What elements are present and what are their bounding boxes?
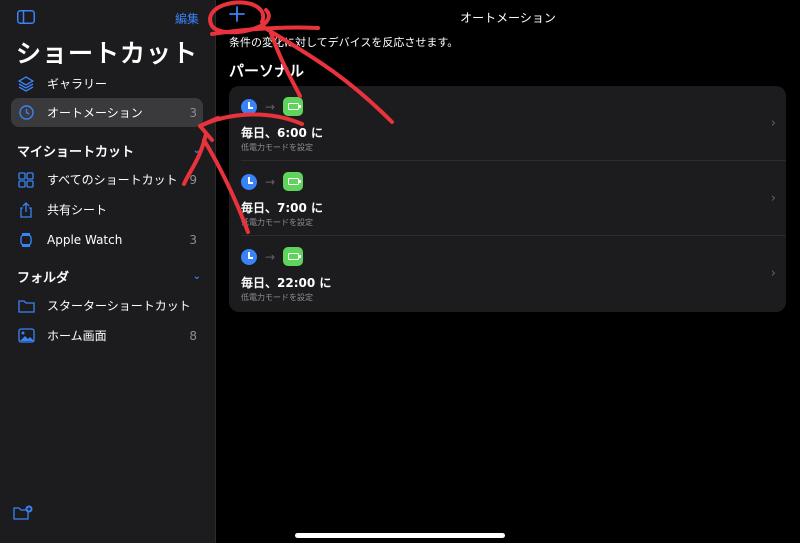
folders-header[interactable]: フォルダ ⌄ <box>17 267 201 286</box>
sidebar-title: ショートカット <box>16 39 199 68</box>
sidebar-toggle-icon[interactable] <box>17 10 35 24</box>
my-shortcuts-header[interactable]: マイショートカット ⌄ <box>17 141 201 160</box>
arrow-right-icon: → <box>265 99 276 114</box>
automation-row[interactable]: → 毎日、22:00 に 低電力モードを設定 › <box>229 236 786 311</box>
edit-button[interactable]: 編集 <box>175 10 199 27</box>
sidebar-item-gallery[interactable]: ギャラリー <box>11 69 203 98</box>
arrow-right-icon: → <box>265 174 276 189</box>
sidebar-item-all-shortcuts[interactable]: すべてのショートカット 9 <box>11 165 203 194</box>
sidebar-item-label: Apple Watch <box>47 232 123 247</box>
automation-clock-icon <box>17 104 35 122</box>
sidebar-item-count: 8 <box>189 328 197 343</box>
automation-subtitle: 低電力モードを設定 <box>241 218 313 227</box>
automation-title: 毎日、7:00 に <box>241 201 324 215</box>
chevron-right-icon: › <box>770 191 776 206</box>
layers-icon <box>17 75 35 93</box>
clock-icon <box>241 173 257 190</box>
battery-icon <box>283 97 304 116</box>
grid-icon <box>17 171 35 189</box>
automation-row[interactable]: → 毎日、7:00 に 低電力モードを設定 › <box>229 161 786 236</box>
home-indicator <box>295 533 505 538</box>
sidebar-item-count: 3 <box>189 105 197 120</box>
share-icon <box>17 201 35 219</box>
battery-icon <box>283 172 304 191</box>
sidebar-item-count: 9 <box>189 172 197 187</box>
sidebar-item-label: すべてのショートカット <box>47 173 178 187</box>
battery-icon <box>283 247 304 266</box>
automation-list: → 毎日、6:00 に 低電力モードを設定 › → 毎日、7:00 に 低電力モ… <box>229 86 786 312</box>
sidebar-item-label: 共有シート <box>47 203 108 217</box>
automation-title: 毎日、22:00 に <box>241 276 332 290</box>
clock-icon <box>241 98 257 115</box>
chevron-right-icon: › <box>770 266 776 281</box>
clock-icon <box>241 248 257 265</box>
chevron-down-icon[interactable]: ⌄ <box>193 271 201 282</box>
page-title: オートメーション <box>460 11 556 25</box>
sidebar-item-automation[interactable]: オートメーション 3 <box>11 98 203 127</box>
new-folder-icon[interactable] <box>13 505 33 521</box>
section-heading: フォルダ <box>17 271 70 286</box>
page-description: 条件の変化に対してデバイスを反応させます。 <box>229 36 459 49</box>
sidebar: 編集 ショートカット ギャラリー オートメーション 3 マイショートカット ⌄ … <box>0 0 216 543</box>
sidebar-item-count: 3 <box>189 232 197 247</box>
sidebar-item-home-screen[interactable]: ホーム画面 8 <box>11 321 203 350</box>
sidebar-item-label: ギャラリー <box>47 77 108 91</box>
section-title: パーソナル <box>229 62 305 80</box>
sidebar-item-starter-shortcuts[interactable]: スターターショートカット <box>11 291 203 320</box>
sidebar-item-label: オートメーション <box>47 106 143 120</box>
sidebar-item-label: ホーム画面 <box>47 329 107 343</box>
chevron-down-icon[interactable]: ⌄ <box>193 145 201 156</box>
section-heading: マイショートカット <box>17 145 135 160</box>
automation-subtitle: 低電力モードを設定 <box>241 143 313 152</box>
watch-icon <box>17 231 35 249</box>
sidebar-item-label: スターターショートカット <box>47 299 191 313</box>
photo-icon <box>17 327 35 345</box>
sidebar-item-share-sheet[interactable]: 共有シート <box>11 195 203 224</box>
folder-icon <box>17 297 35 315</box>
automation-subtitle: 低電力モードを設定 <box>241 293 313 302</box>
arrow-right-icon: → <box>265 249 276 264</box>
chevron-right-icon: › <box>770 116 776 131</box>
automation-row[interactable]: → 毎日、6:00 に 低電力モードを設定 › <box>229 86 786 161</box>
automation-title: 毎日、6:00 に <box>241 126 324 140</box>
sidebar-item-apple-watch[interactable]: Apple Watch 3 <box>11 225 203 254</box>
